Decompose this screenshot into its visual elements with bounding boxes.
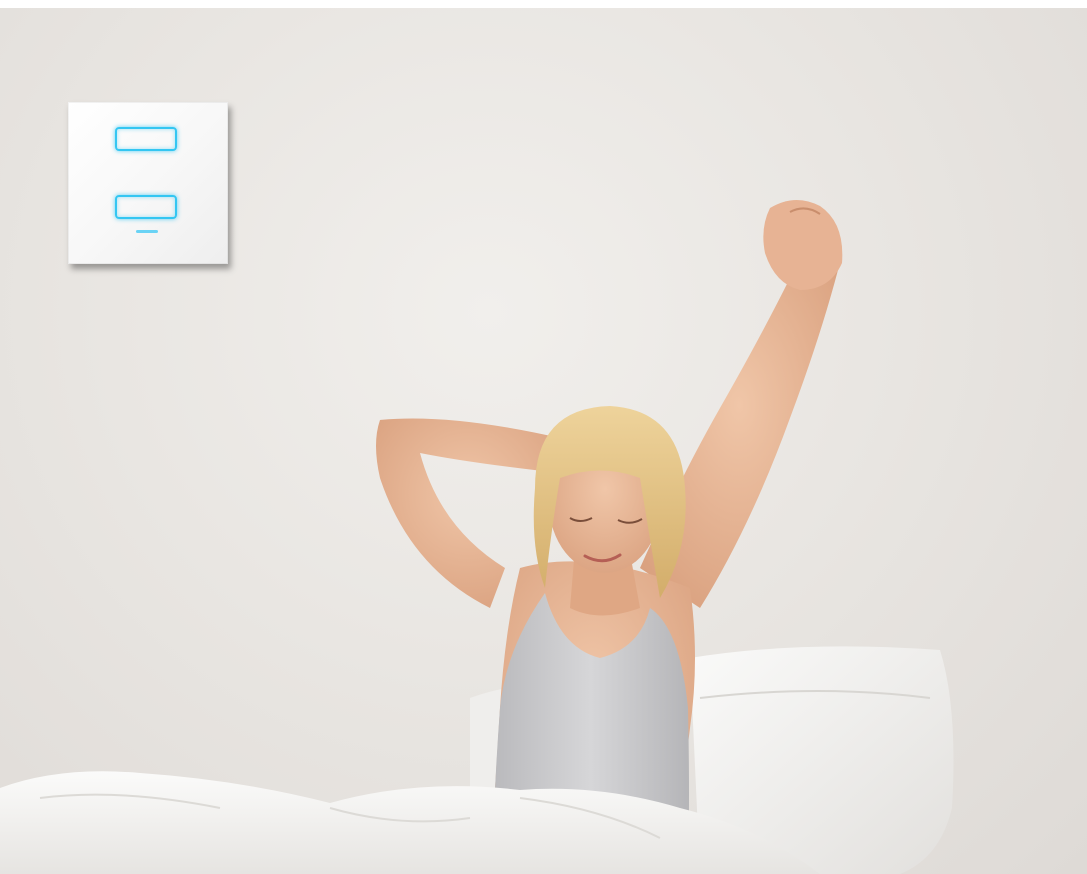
woman-in-bed-illustration [0,199,954,874]
bedroom-scene [0,8,1087,874]
